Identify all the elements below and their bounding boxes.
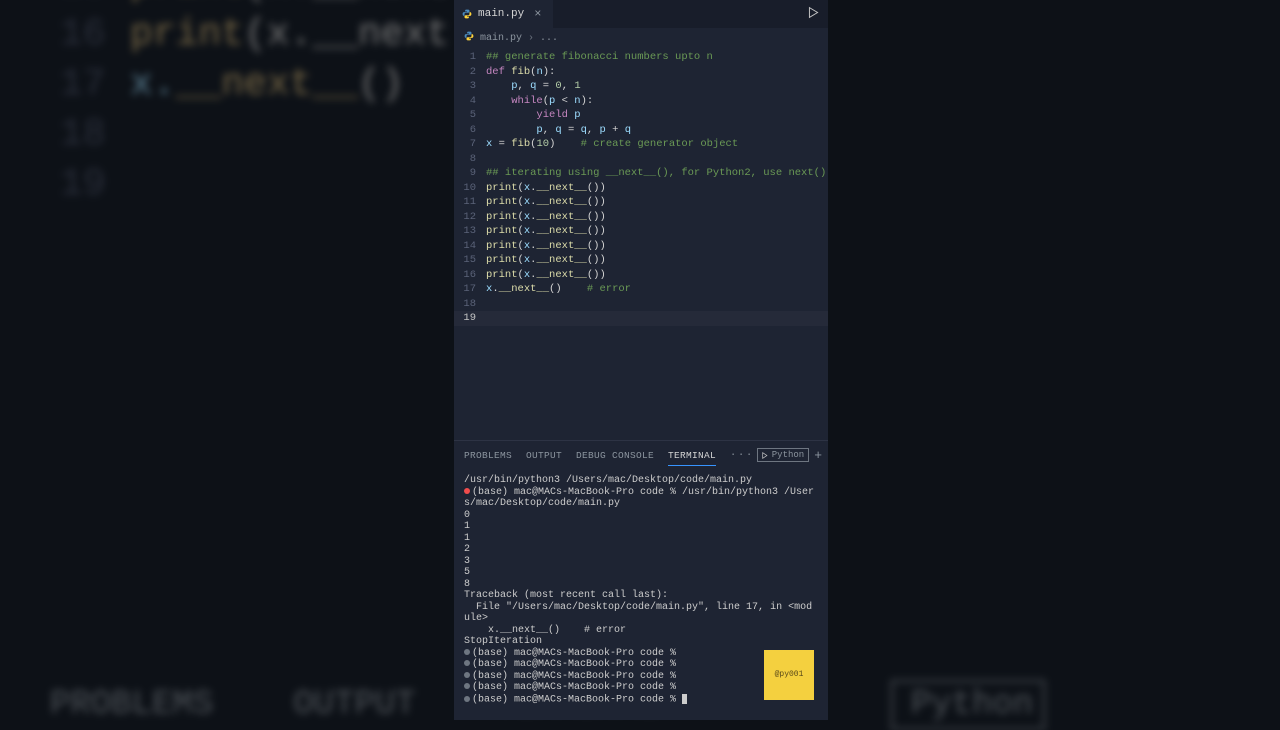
line-number: 7 — [454, 137, 486, 152]
code-line[interactable]: 11print(x.__next__()) — [454, 195, 828, 210]
code-line[interactable]: 13print(x.__next__()) — [454, 224, 828, 239]
terminal-line: /usr/bin/python3 /Users/mac/Desktop/code… — [464, 475, 818, 487]
tab-close-button[interactable]: × — [530, 7, 545, 21]
code-source[interactable]: print(x.__next__()) — [486, 195, 606, 210]
code-line[interactable]: 6 p, q = q, p + q — [454, 123, 828, 138]
code-line[interactable]: 15print(x.__next__()) — [454, 253, 828, 268]
line-number: 19 — [454, 311, 486, 326]
watermark-badge: @py001 — [764, 650, 814, 700]
prompt-dot-icon — [464, 696, 470, 702]
line-number: 13 — [454, 224, 486, 239]
code-source[interactable]: x.__next__() # error — [486, 282, 631, 297]
prompt-dot-icon — [464, 683, 470, 689]
terminal-line: 1 — [464, 521, 818, 533]
line-number: 4 — [454, 94, 486, 109]
line-number: 8 — [454, 152, 486, 167]
new-terminal-button[interactable]: + — [814, 448, 822, 463]
run-button[interactable] — [807, 6, 820, 24]
editor-window: main.py × main.py › ... 1## generate fib… — [454, 0, 828, 720]
file-tab[interactable]: main.py × — [454, 0, 553, 28]
code-line[interactable]: 1## generate fibonacci numbers upto n — [454, 50, 828, 65]
code-source[interactable]: yield p — [486, 108, 581, 123]
prompt-dot-icon — [464, 660, 470, 666]
tab-filename: main.py — [478, 8, 524, 20]
terminal-line: 8 — [464, 579, 818, 591]
line-number: 12 — [454, 210, 486, 225]
code-line[interactable]: 14print(x.__next__()) — [454, 239, 828, 254]
code-source[interactable]: print(x.__next__()) — [486, 239, 606, 254]
prompt-dot-icon — [464, 672, 470, 678]
code-line[interactable]: 16print(x.__next__()) — [454, 268, 828, 283]
code-line[interactable]: 5 yield p — [454, 108, 828, 123]
code-editor[interactable]: 1## generate fibonacci numbers upto n2de… — [454, 48, 828, 440]
terminal-line: Traceback (most recent call last): — [464, 590, 818, 602]
tab-output[interactable]: OUTPUT — [526, 450, 562, 461]
line-number: 15 — [454, 253, 486, 268]
line-number: 2 — [454, 65, 486, 80]
python-file-icon — [462, 9, 472, 19]
code-line[interactable]: 19 — [454, 311, 828, 326]
code-line[interactable]: 3 p, q = 0, 1 — [454, 79, 828, 94]
breadcrumb-rest: ... — [540, 33, 558, 44]
code-source[interactable]: print(x.__next__()) — [486, 253, 606, 268]
tab-debug-console[interactable]: DEBUG CONSOLE — [576, 450, 654, 461]
terminal-cursor — [682, 694, 687, 704]
code-source[interactable]: while(p < n): — [486, 94, 593, 109]
code-source[interactable]: ## iterating using __next__(), for Pytho… — [486, 166, 826, 181]
terminal-line: x.__next__() # error — [464, 625, 818, 637]
terminal-line: 3 — [464, 556, 818, 568]
terminal-line: 1 — [464, 533, 818, 545]
line-number: 3 — [454, 79, 486, 94]
code-source[interactable]: def fib(n): — [486, 65, 555, 80]
code-line[interactable]: 10print(x.__next__()) — [454, 181, 828, 196]
line-number: 14 — [454, 239, 486, 254]
line-number: 5 — [454, 108, 486, 123]
line-number: 1 — [454, 50, 486, 65]
tab-bar: main.py × — [454, 0, 828, 28]
code-source[interactable]: x = fib(10) # create generator object — [486, 137, 738, 152]
terminal-line: File "/Users/mac/Desktop/code/main.py", … — [464, 602, 818, 625]
terminal-line: 2 — [464, 544, 818, 556]
terminal-output[interactable]: /usr/bin/python3 /Users/mac/Desktop/code… — [454, 469, 828, 720]
line-number: 18 — [454, 297, 486, 312]
terminal-line: 5 — [464, 567, 818, 579]
panel-overflow-icon[interactable]: ··· — [730, 450, 754, 461]
code-line[interactable]: 8 — [454, 152, 828, 167]
code-source[interactable]: p, q = 0, 1 — [486, 79, 581, 94]
code-source[interactable]: p, q = q, p + q — [486, 123, 631, 138]
line-number: 10 — [454, 181, 486, 196]
terminal-line: (base) mac@MACs-MacBook-Pro code % /usr/… — [464, 487, 818, 510]
tab-problems[interactable]: PROBLEMS — [464, 450, 512, 461]
code-source[interactable]: print(x.__next__()) — [486, 268, 606, 283]
tab-terminal[interactable]: TERMINAL — [668, 450, 716, 466]
code-source[interactable]: print(x.__next__()) — [486, 210, 606, 225]
code-line[interactable]: 17x.__next__() # error — [454, 282, 828, 297]
error-dot-icon — [464, 488, 470, 494]
prompt-dot-icon — [464, 649, 470, 655]
code-line[interactable]: 4 while(p < n): — [454, 94, 828, 109]
code-line[interactable]: 9## iterating using __next__(), for Pyth… — [454, 166, 828, 181]
python-file-icon — [464, 31, 474, 45]
terminal-line: StopIteration — [464, 636, 818, 648]
breadcrumb-filename: main.py — [480, 33, 522, 44]
bottom-panel: PROBLEMS OUTPUT DEBUG CONSOLE TERMINAL ·… — [454, 440, 828, 720]
line-number: 9 — [454, 166, 486, 181]
code-source[interactable]: print(x.__next__()) — [486, 181, 606, 196]
terminal-line: 0 — [464, 510, 818, 522]
breadcrumb[interactable]: main.py › ... — [454, 28, 828, 48]
breadcrumb-separator: › — [528, 33, 534, 44]
code-source[interactable]: ## generate fibonacci numbers upto n — [486, 50, 713, 65]
terminal-profile-python[interactable]: Python — [757, 448, 809, 462]
code-line[interactable]: 18 — [454, 297, 828, 312]
code-line[interactable]: 7x = fib(10) # create generator object — [454, 137, 828, 152]
line-number: 6 — [454, 123, 486, 138]
line-number: 11 — [454, 195, 486, 210]
code-line[interactable]: 2def fib(n): — [454, 65, 828, 80]
line-number: 17 — [454, 282, 486, 297]
code-line[interactable]: 12print(x.__next__()) — [454, 210, 828, 225]
line-number: 16 — [454, 268, 486, 283]
code-source[interactable]: print(x.__next__()) — [486, 224, 606, 239]
panel-tab-bar: PROBLEMS OUTPUT DEBUG CONSOLE TERMINAL ·… — [454, 441, 828, 469]
